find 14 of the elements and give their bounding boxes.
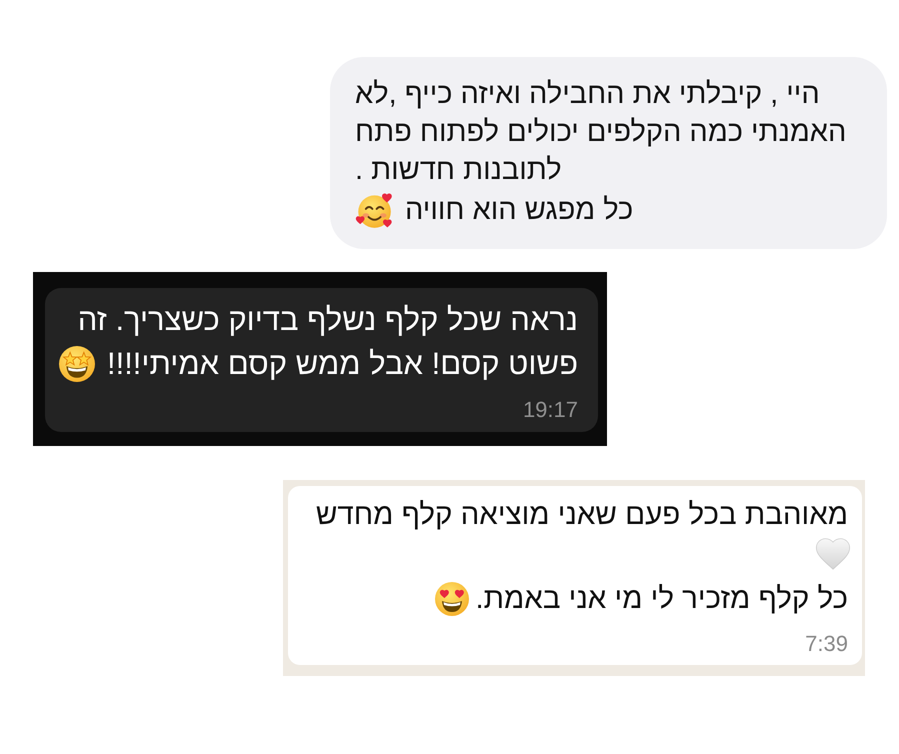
message-text: פשוט קסם! אבל ממש קסם אמיתי!!!!: [106, 345, 578, 383]
message-text: האמנתי כמה הקלפים יכולים לפתוח פתח: [355, 114, 846, 150]
message-text: כל קלף מזכיר לי מי אני באמת.: [475, 580, 848, 616]
heart-icon: [816, 538, 850, 570]
message-time: 19:17: [522, 397, 578, 423]
smiling-face-with-hearts-icon: [355, 191, 393, 229]
message-text: מאוהבת בכל פעם שאני מוציאה קלף מחדש: [316, 496, 848, 532]
message-text: נראה שכל קלף נשלף בדיוק כשצריך. זה: [78, 301, 578, 339]
message-text: כל מפגש הוא חוויה: [405, 192, 634, 228]
message-text: היי , קיבלתי את החבילה ואיזה כייף ,לא: [355, 76, 820, 112]
star-eyes-face-icon: [58, 346, 95, 382]
message-time: 7:39: [805, 631, 848, 657]
heart-eyes-face-icon: [435, 582, 470, 616]
message-text: לתובנות חדשות .: [355, 152, 562, 188]
